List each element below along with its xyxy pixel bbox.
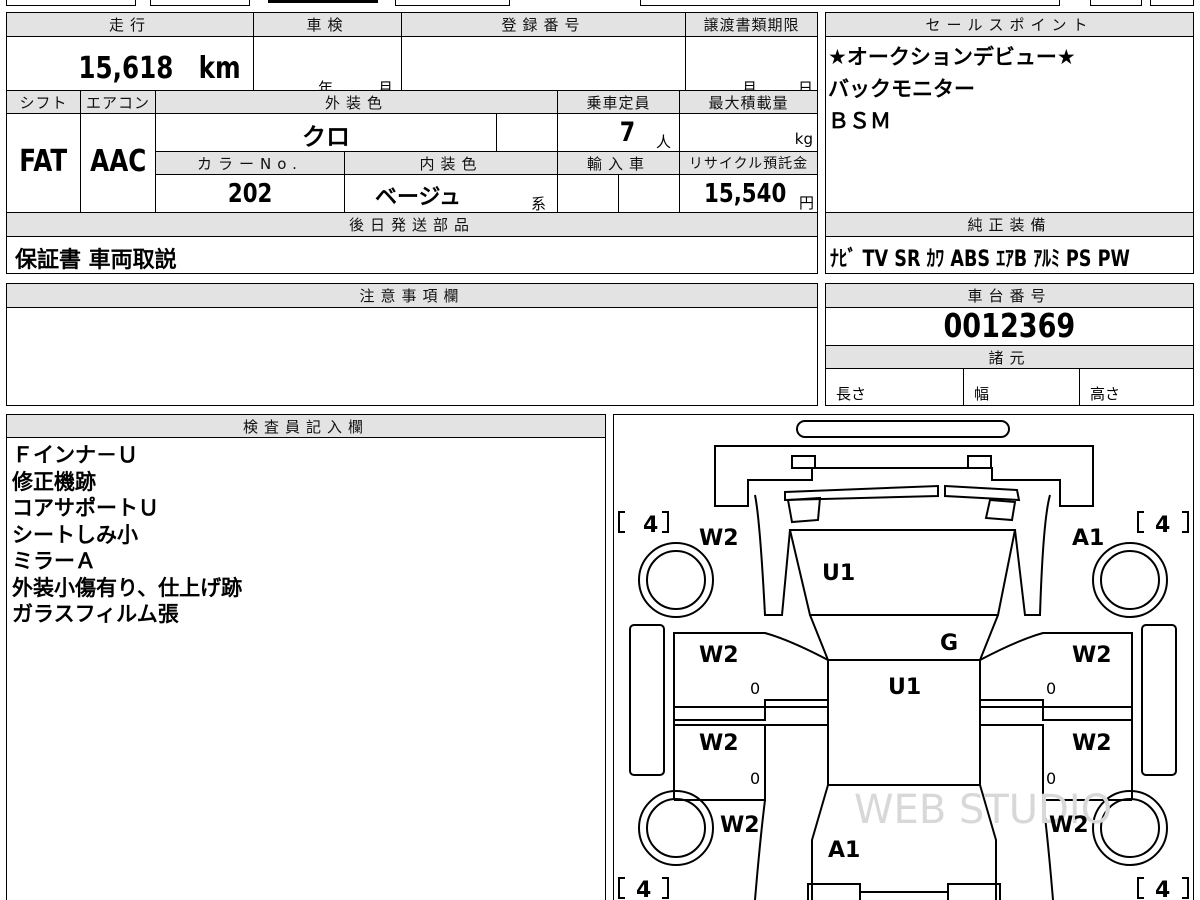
- mileage-value: 15,618: [77, 51, 173, 86]
- caution-panel: 注意事項欄: [6, 283, 818, 406]
- chassis-number: 0012369: [943, 306, 1076, 345]
- capacity-cell: 7 人: [557, 113, 680, 152]
- mark-left-rear-door: W2: [699, 731, 739, 756]
- interior-color-cell: ベージュ 系: [344, 174, 558, 213]
- genuine-equipment-value: ﾅﾋﾞ TV SR ｶﾜ ABS ｴｱB ｱﾙﾐ PS PW: [830, 247, 1130, 272]
- exterior-color-value: クロ: [302, 123, 350, 151]
- interior-color-header: 内装色: [344, 151, 558, 175]
- interior-color-suffix: 系: [531, 195, 547, 213]
- tire-front-right: 4: [1155, 513, 1170, 538]
- import-header: 輸入車: [557, 151, 680, 175]
- mileage-header: 走行: [6, 12, 254, 37]
- sales-point-line: ★オークションデビュー★: [828, 45, 1076, 69]
- mark-lf-door-zero: 0: [750, 679, 760, 698]
- tire-rear-right: 4: [1155, 878, 1170, 900]
- import-cell-b: [618, 174, 680, 213]
- sales-points-panel: セールスポイント ★オークションデビュー★ バックモニター ＢＳＭ 純正装備 ﾅ…: [825, 12, 1194, 274]
- capacity-value: 7: [619, 117, 636, 148]
- genuine-equipment-header: 純正装備: [825, 212, 1194, 237]
- registration-header: 登録番号: [401, 12, 686, 37]
- max-load-cell: kg: [679, 113, 818, 152]
- transfer-deadline-header: 譲渡書類期限: [685, 12, 818, 37]
- import-cell-a: [557, 174, 619, 213]
- capacity-header: 乗車定員: [557, 90, 680, 114]
- mark-roof-glass: G: [940, 631, 958, 656]
- inspector-note: ガラスフィルム張: [12, 602, 179, 626]
- later-parts-value: 保証書 車両取説: [15, 248, 177, 273]
- mark-roof: U1: [888, 675, 921, 700]
- inspector-notes-list: Ｆインナ－Ｕ 修正機跡 コアサポートＵ シートしみ小 ミラーＡ 外装小傷有り、仕…: [12, 442, 242, 628]
- caution-header: 注意事項欄: [6, 283, 818, 308]
- color-no-cell: 202: [155, 174, 345, 213]
- interior-color-value: ベージュ: [375, 185, 462, 210]
- specs-header: 諸元: [825, 345, 1194, 369]
- color-no-value: 202: [227, 179, 273, 209]
- mark-windshield: U1: [822, 561, 855, 586]
- max-load-unit: kg: [794, 130, 813, 148]
- spec-height-label: 高さ: [1090, 385, 1121, 403]
- shift-value: FAT: [19, 144, 68, 179]
- mark-left-front-door: W2: [699, 643, 739, 668]
- exterior-color-cell: クロ: [155, 113, 497, 152]
- shift-cell: FAT: [6, 113, 81, 213]
- mark-rr-door-zero: 0: [1046, 769, 1056, 788]
- mark-lr-door-zero: 0: [750, 769, 760, 788]
- mark-front-left-fender: W2: [699, 526, 739, 551]
- spec-width-label: 幅: [974, 385, 990, 403]
- sales-points-list: ★オークションデビュー★ バックモニター ＢＳＭ: [828, 41, 1076, 137]
- exterior-color-extra-cell: [496, 113, 558, 152]
- aircon-value: AAC: [89, 144, 147, 179]
- exterior-color-header: 外装色: [155, 90, 558, 114]
- car-diagram: WEB STUDIO 4 4 4 4 W2 A1 U1 G U1 W2 W2 W…: [617, 419, 1189, 900]
- sales-point-line: バックモニター: [828, 77, 975, 101]
- spec-length-cell: 長さ: [825, 368, 964, 406]
- mark-front-right-fender: A1: [1072, 526, 1104, 551]
- chassis-panel: 車台番号 0012369 諸元 長さ 幅 高さ: [825, 283, 1194, 406]
- car-diagram-panel: WEB STUDIO 4 4 4 4 W2 A1 U1 G U1 W2 W2 W…: [613, 414, 1194, 900]
- later-parts-header: 後日発送部品: [6, 212, 818, 237]
- mark-rear: A1: [828, 838, 860, 863]
- sales-point-line: ＢＳＭ: [828, 109, 891, 133]
- recycle-cell: 15,540 円: [679, 174, 818, 213]
- mark-right-rear-quarter: W2: [1049, 813, 1089, 838]
- spec-height-cell: 高さ: [1079, 368, 1194, 406]
- inspector-note: ミラーＡ: [12, 549, 96, 573]
- mileage-unit: km: [198, 51, 241, 86]
- inspector-note: Ｆインナ－Ｕ: [12, 443, 138, 467]
- top-strip: [0, 0, 1200, 8]
- recycle-header: リサイクル預託金: [679, 151, 818, 175]
- mark-left-rear-quarter: W2: [720, 813, 760, 838]
- inspector-note: 修正機跡: [12, 469, 96, 494]
- aircon-cell: AAC: [80, 113, 156, 213]
- spec-width-cell: 幅: [963, 368, 1080, 406]
- mark-right-front-door: W2: [1072, 643, 1112, 668]
- chassis-header: 車台番号: [825, 283, 1194, 308]
- sales-points-header: セールスポイント: [825, 12, 1194, 37]
- max-load-header: 最大積載量: [679, 90, 818, 114]
- inspector-note: 外装小傷有り、仕上げ跡: [12, 575, 243, 600]
- inspector-notes-header: 検査員記入欄: [6, 414, 606, 438]
- capacity-unit: 人: [656, 133, 672, 151]
- tire-rear-left: 4: [636, 878, 651, 900]
- vehicle-info-grid: 走行 車検 登録番号 譲渡書類期限 15,618 km 年 月 月 日 シフト …: [6, 12, 818, 274]
- inspector-note: コアサポートＵ: [12, 496, 159, 520]
- spec-length-label: 長さ: [836, 385, 867, 403]
- color-no-header: カラーNo.: [155, 151, 345, 175]
- inspector-notes-panel: 検査員記入欄 Ｆインナ－Ｕ 修正機跡 コアサポートＵ シートしみ小 ミラーＡ 外…: [6, 414, 606, 900]
- shift-header: シフト: [6, 90, 81, 114]
- recycle-unit: 円: [798, 194, 814, 212]
- recycle-value: 15,540: [703, 179, 786, 209]
- mark-right-rear-door: W2: [1072, 731, 1112, 756]
- tire-front-left: 4: [643, 513, 658, 538]
- inspector-note: シートしみ小: [12, 522, 138, 547]
- inspection-header: 車検: [253, 12, 402, 37]
- mark-rf-door-zero: 0: [1046, 679, 1056, 698]
- aircon-header: エアコン: [80, 90, 156, 114]
